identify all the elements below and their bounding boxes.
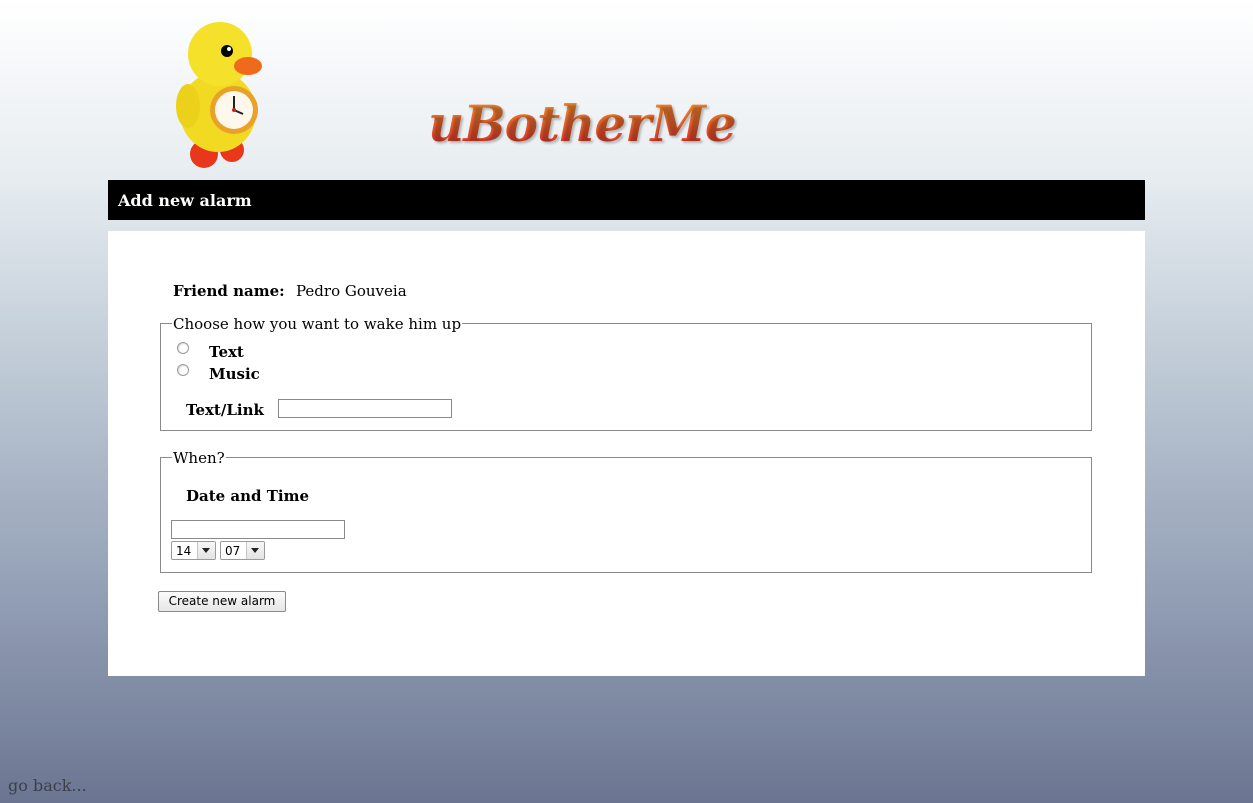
radio-text[interactable] bbox=[177, 342, 189, 354]
logo-wordmark: uBotherMe bbox=[428, 94, 737, 153]
hour-select-value: 14 bbox=[176, 544, 192, 558]
radio-music-label: Music bbox=[209, 365, 260, 383]
add-alarm-form: Friend name: Pedro Gouveia Choose how yo… bbox=[108, 231, 1145, 676]
hour-select[interactable]: 14 bbox=[171, 541, 216, 560]
when-fieldset: When? Date and Time 14 07 bbox=[160, 449, 1092, 573]
go-back-link[interactable]: go back... bbox=[8, 776, 87, 795]
date-input[interactable] bbox=[171, 520, 345, 539]
radio-text-label: Text bbox=[209, 343, 244, 361]
wake-method-legend: Choose how you want to wake him up bbox=[172, 315, 463, 333]
friend-name-label: Friend name: bbox=[173, 282, 285, 300]
chevron-down-icon bbox=[197, 542, 215, 559]
date-time-label: Date and Time bbox=[186, 487, 310, 505]
minute-select[interactable]: 07 bbox=[220, 541, 265, 560]
friend-name-value: Pedro Gouveia bbox=[296, 282, 407, 300]
radio-music[interactable] bbox=[177, 364, 189, 376]
page-title: Add new alarm bbox=[118, 191, 252, 210]
when-legend: When? bbox=[172, 449, 226, 467]
minute-select-value: 07 bbox=[225, 544, 241, 558]
wake-method-fieldset: Choose how you want to wake him up Text … bbox=[160, 315, 1092, 431]
app-logo: uBotherMe bbox=[170, 14, 737, 174]
page-header: Add new alarm bbox=[108, 180, 1145, 220]
text-link-label: Text/Link bbox=[186, 401, 264, 419]
create-alarm-button[interactable]: Create new alarm bbox=[158, 591, 286, 612]
duck-mascot-icon bbox=[176, 22, 262, 168]
chevron-down-icon bbox=[246, 542, 264, 559]
text-link-input[interactable] bbox=[278, 399, 452, 418]
